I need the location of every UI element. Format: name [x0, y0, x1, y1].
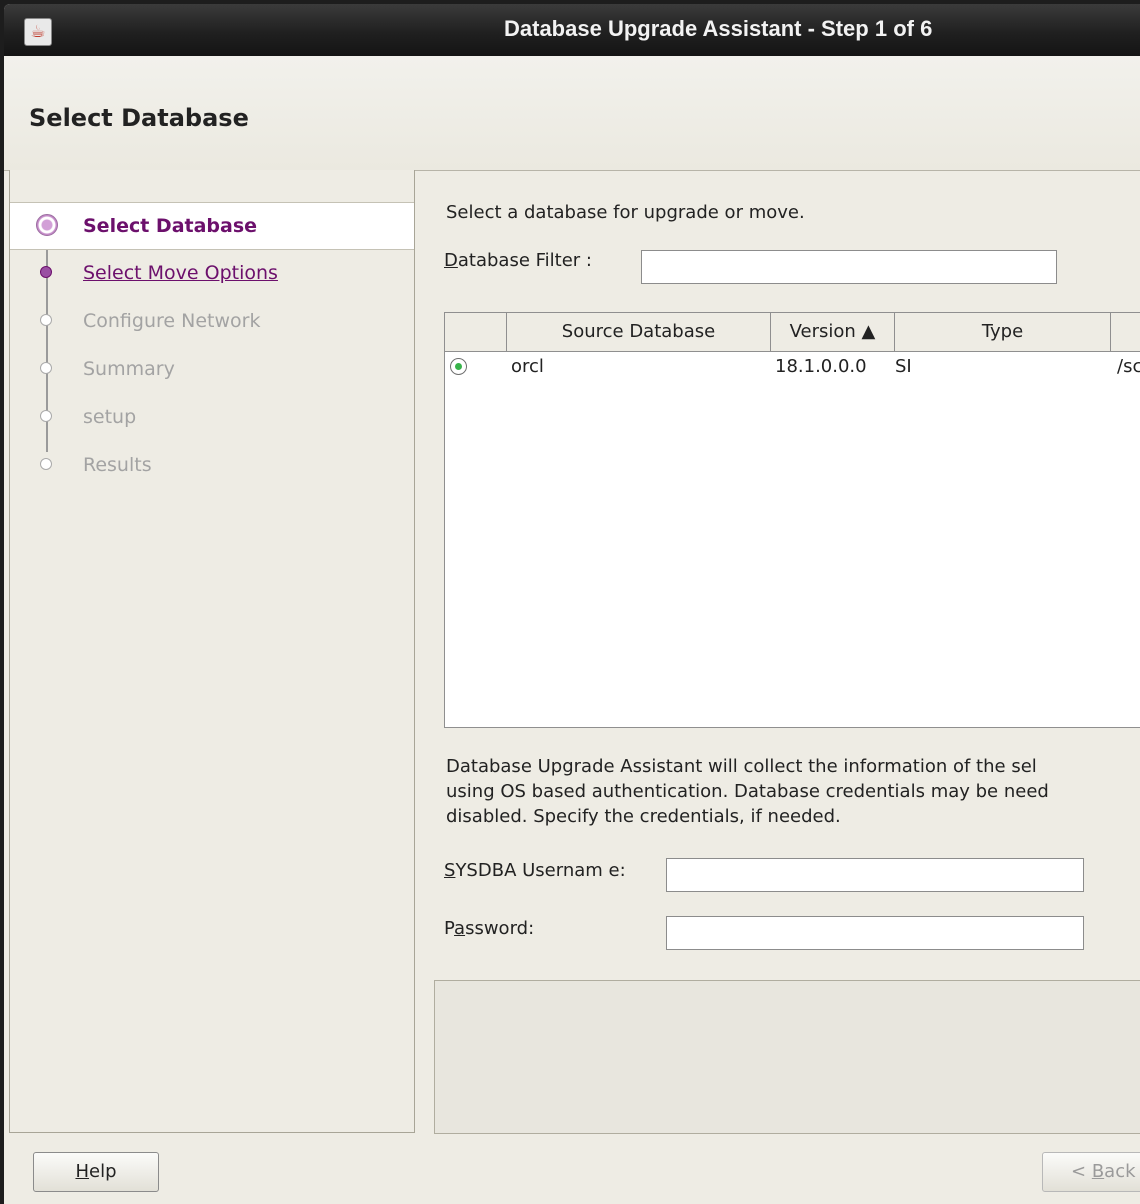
step-dot-icon	[40, 410, 52, 422]
sysdba-username-label: SYSDBA Usernam e:	[444, 860, 626, 881]
page-header: Select Database	[4, 56, 1140, 171]
credentials-description-line-1: Database Upgrade Assistant will collect …	[446, 756, 1037, 777]
window-title: Database Upgrade Assistant - Step 1 of 6	[504, 16, 933, 41]
page-title: Select Database	[29, 104, 249, 132]
table-header: Source Database Version ▲ Type	[445, 313, 1140, 352]
sysdba-username-input[interactable]	[666, 858, 1084, 892]
column-header-version[interactable]: Version ▲	[771, 313, 895, 351]
column-header-path[interactable]	[1111, 313, 1140, 351]
nav-item-select-database[interactable]: Select Database	[10, 202, 414, 250]
type-cell: SI	[895, 356, 912, 377]
main-content: Select a database for upgrade or move. D…	[414, 170, 1140, 1134]
selected-radio-icon[interactable]	[450, 358, 467, 375]
nav-item-summary: Summary	[10, 346, 414, 392]
help-button[interactable]: Help	[33, 1152, 159, 1192]
nav-item-label: Select Database	[83, 215, 258, 237]
title-bar[interactable]: ☕ Database Upgrade Assistant - Step 1 of…	[4, 4, 1140, 56]
nav-item-select-move-options[interactable]: Select Move Options	[10, 250, 414, 296]
credentials-description-line-2: using OS based authentication. Database …	[446, 781, 1049, 802]
dbua-window: ☕ Database Upgrade Assistant - Step 1 of…	[4, 4, 1140, 1204]
database-filter-input[interactable]	[641, 250, 1057, 284]
database-table: Source Database Version ▲ Type orcl 18.1…	[444, 312, 1140, 728]
source-database-cell: orcl	[511, 356, 544, 377]
back-button[interactable]: < Back	[1042, 1152, 1140, 1192]
step-dot-icon	[40, 266, 52, 278]
path-cell: /sc	[1117, 356, 1140, 377]
step-navigation: Select Database Select Move Options Conf…	[9, 170, 415, 1133]
credentials-description-line-3: disabled. Specify the credentials, if ne…	[446, 806, 841, 827]
step-dot-icon	[40, 314, 52, 326]
column-header-type[interactable]: Type	[895, 313, 1111, 351]
message-pane	[434, 980, 1140, 1134]
current-step-icon	[36, 214, 58, 236]
nav-item-label: Results	[83, 454, 152, 476]
java-cup-icon[interactable]: ☕	[24, 18, 52, 46]
nav-item-results: Results	[10, 442, 414, 488]
column-header-select[interactable]	[445, 313, 507, 351]
table-row[interactable]: orcl 18.1.0.0.0 SI /sc	[445, 351, 1140, 382]
nav-item-configure-network: Configure Network	[10, 298, 414, 344]
select-cell[interactable]	[445, 351, 507, 382]
database-filter-label: Database Filter :	[444, 250, 592, 271]
version-cell: 18.1.0.0.0	[775, 356, 867, 377]
nav-item-label: Summary	[83, 358, 175, 380]
nav-item-setup: setup	[10, 394, 414, 440]
intro-text: Select a database for upgrade or move.	[446, 202, 805, 223]
password-input[interactable]	[666, 916, 1084, 950]
step-dot-icon	[40, 458, 52, 470]
password-label: Password:	[444, 918, 535, 939]
nav-item-label: setup	[83, 406, 137, 428]
nav-item-label: Configure Network	[83, 310, 261, 332]
step-dot-icon	[40, 362, 52, 374]
column-header-source-database[interactable]: Source Database	[507, 313, 771, 351]
nav-item-label[interactable]: Select Move Options	[83, 262, 278, 284]
